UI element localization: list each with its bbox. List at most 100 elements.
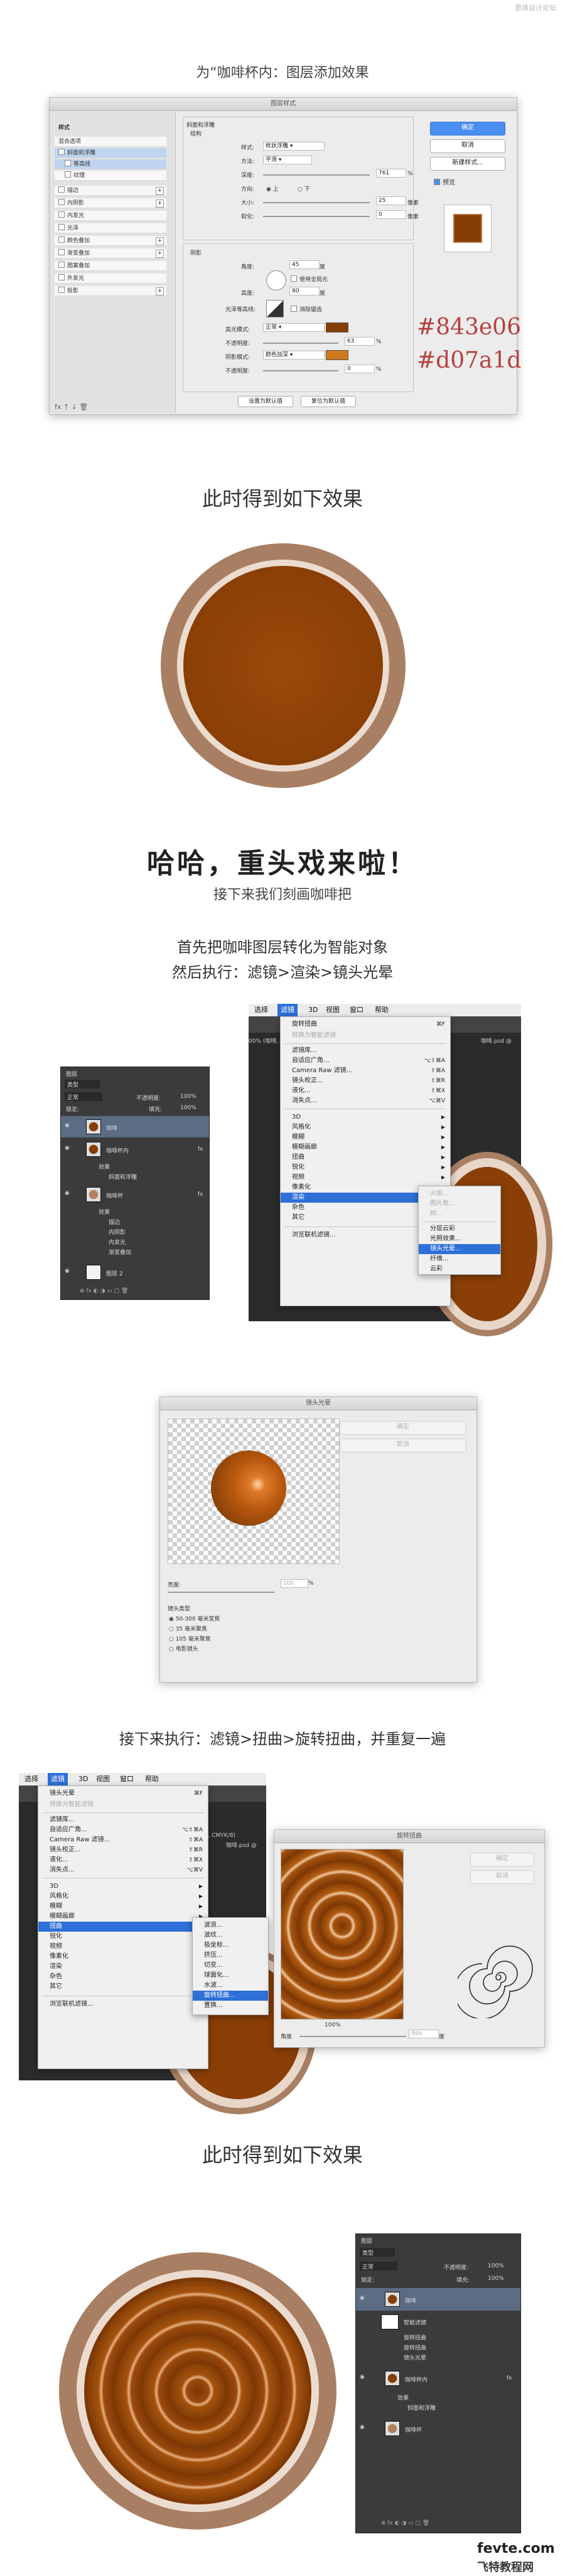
lens-flare-cancel-button[interactable]: 取消 <box>340 1439 466 1452</box>
reset-default-button[interactable]: 复位为默认值 <box>301 396 356 407</box>
menu-item-liquify[interactable]: 液化... ⇧⌘X <box>38 1855 208 1865</box>
visibility-eye-icon[interactable]: ◉ <box>65 1268 70 1274</box>
kind-select[interactable]: 类型 <box>65 1080 100 1088</box>
menu-item-camera-raw[interactable]: Camera Raw 滤镜... ⇧⌘A <box>38 1835 208 1845</box>
submenu-zigzag[interactable]: 水波... <box>193 1981 268 1991</box>
method-select[interactable]: 平滑 ▾ <box>263 156 312 164</box>
menu-item-liquify[interactable]: 液化... ⇧⌘X <box>281 1086 450 1096</box>
cancel-button[interactable]: 取消 <box>430 139 505 153</box>
menu-item-render[interactable]: 渲染▶ <box>38 1962 208 1972</box>
visibility-eye-icon[interactable]: ◉ <box>360 2295 365 2301</box>
doc-tab[interactable]: 咖啡.psd @ <box>226 1841 257 1849</box>
fx-icon[interactable]: fx ↑ ↓ 🗑 <box>55 403 88 411</box>
twirl-ok-button[interactable]: 确定 <box>470 1853 534 1866</box>
menu-window[interactable]: 窗口 <box>117 1773 137 1786</box>
submenu-lens-flare[interactable]: 镜头光晕... <box>419 1244 500 1254</box>
opacity2-slider[interactable] <box>263 370 338 371</box>
menu-item-sharpen[interactable]: 锐化▶ <box>281 1163 450 1173</box>
visibility-eye-icon[interactable]: ◉ <box>65 1122 70 1129</box>
style-gradient-overlay[interactable]: 渐变叠加 + <box>55 248 166 258</box>
shadow-color-swatch[interactable] <box>326 350 348 360</box>
altitude-field[interactable]: 80 <box>289 287 320 295</box>
menu-item-video[interactable]: 视频▶ <box>281 1173 450 1183</box>
menu-item-stylize[interactable]: 风格化 ▶ <box>281 1122 450 1132</box>
twirl-angle-field[interactable]: 999 <box>409 2030 439 2038</box>
menu-item-vanishing-point[interactable]: 消失点... ⌥⌘V <box>281 1096 450 1106</box>
submenu-difference-clouds[interactable]: 分层云彩 <box>419 1224 500 1234</box>
menu-item-stylize[interactable]: 风格化 ▶ <box>38 1892 208 1902</box>
opacity-value[interactable]: 100% <box>180 1094 196 1100</box>
menu-item-adaptive-wide[interactable]: 自适应广角... ⌥⇧⌘A <box>38 1825 208 1835</box>
visibility-eye-icon[interactable]: ◉ <box>65 1190 70 1196</box>
layer-row[interactable]: ◉ 咖啡杯内 fx <box>61 1139 209 1160</box>
menu-item-noise[interactable]: 杂色▶ <box>38 1972 208 1982</box>
lens-type-movie[interactable]: ○ 电影镜头 <box>169 1644 198 1653</box>
add-inner-shadow-icon[interactable]: + <box>156 200 164 208</box>
highlight-color-swatch[interactable] <box>326 322 348 333</box>
size-field[interactable]: 25 <box>376 196 406 205</box>
submenu-polar[interactable]: 极坐标... <box>193 1940 268 1951</box>
size-slider[interactable] <box>263 202 370 203</box>
effect-item[interactable]: 内发光 <box>109 1238 126 1246</box>
layer-row-selected[interactable]: ◉ 咖啡 <box>356 2288 520 2311</box>
kind-select[interactable]: 类型 <box>360 2248 395 2257</box>
opacity2-field[interactable]: 0 <box>345 365 375 373</box>
ok-button[interactable]: 确定 <box>430 122 505 136</box>
menu-item-pixelate[interactable]: 像素化▶ <box>38 1952 208 1962</box>
submenu-ripple[interactable]: 波纹... <box>193 1930 268 1940</box>
global-light-checkbox[interactable]: 使用全局光 <box>291 275 328 283</box>
effect-item[interactable]: 斜面和浮雕 <box>109 1173 137 1181</box>
opacity1-slider[interactable] <box>263 343 338 344</box>
menu-item-browse-online[interactable]: 浏览联机滤镜... <box>38 1999 208 2009</box>
submenu-picture-frame[interactable]: 图片框... <box>419 1199 500 1209</box>
layer-row[interactable]: ◉ 图层 2 <box>61 1262 209 1283</box>
style-color-overlay[interactable]: 颜色叠加 + <box>55 236 166 246</box>
style-outer-glow[interactable]: 外发光 <box>55 274 166 284</box>
style-drop-shadow[interactable]: 投影 + <box>55 286 166 296</box>
style-bevel[interactable]: 斜面和浮雕 <box>55 148 166 158</box>
style-satin[interactable]: 光泽 <box>55 223 166 233</box>
blend-select[interactable]: 正常 <box>65 1092 102 1101</box>
soften-slider[interactable] <box>263 216 370 217</box>
twirl-preview[interactable] <box>281 1849 404 2020</box>
menu-item-blur[interactable]: 模糊 ▶ <box>281 1132 450 1142</box>
angle-dial-icon[interactable] <box>266 270 286 290</box>
visibility-eye-icon[interactable]: ◉ <box>360 2424 365 2430</box>
menu-item-filter-gallery[interactable]: 滤镜库... <box>281 1046 450 1056</box>
menu-item-lens-correction[interactable]: 镜头校正... ⇧⌘R <box>281 1076 450 1086</box>
fill-value[interactable]: 100% <box>180 1105 196 1111</box>
menu-item-blur-gallery[interactable]: 模糊画廊 ▶ <box>38 1912 208 1922</box>
menu-item-sharpen[interactable]: 锐化▶ <box>38 1932 208 1942</box>
preview-checkbox[interactable]: 预览 <box>434 177 455 186</box>
menu-3d[interactable]: 3D <box>75 1773 91 1786</box>
menu-filter[interactable]: 滤镜 <box>277 1004 298 1016</box>
direction-down[interactable]: ○ 下 <box>298 184 310 193</box>
layer-toolbar-icons[interactable]: ⊗ fx ◐ ◑ ▭ ▢ 🗑 <box>381 2520 429 2526</box>
set-default-button[interactable]: 设置为默认值 <box>238 396 293 407</box>
menu-3d[interactable]: 3D <box>305 1004 321 1016</box>
add-drop-shadow-icon[interactable]: + <box>156 287 164 295</box>
style-pattern-overlay[interactable]: 图案叠加 <box>55 261 166 271</box>
menu-filter[interactable]: 滤镜 <box>48 1773 68 1786</box>
soften-field[interactable]: 0 <box>376 210 406 219</box>
add-stroke-icon[interactable]: + <box>156 187 164 195</box>
anti-alias-checkbox[interactable]: 消除锯齿 <box>291 305 322 313</box>
twirl-angle-slider[interactable] <box>299 2036 406 2037</box>
menu-item-3d[interactable]: 3D ▶ <box>281 1112 450 1122</box>
menu-window[interactable]: 窗口 <box>347 1004 367 1016</box>
menu-view[interactable]: 视图 <box>323 1004 343 1016</box>
submenu-twirl[interactable]: 旋转扭曲... <box>193 1991 268 2001</box>
highlight-mode-select[interactable]: 正常 ▾ <box>263 323 325 332</box>
lens-type-105[interactable]: ○ 105 毫米聚焦 <box>169 1634 211 1642</box>
style-blend-options[interactable]: 混合选项 <box>55 137 166 147</box>
submenu-wave[interactable]: 波浪... <box>193 1920 268 1930</box>
depth-field[interactable]: 761 <box>376 169 406 178</box>
brightness-field[interactable]: 100 <box>281 1579 308 1588</box>
filter-item-lens-flare[interactable]: 镜头光晕 <box>404 2353 426 2361</box>
menu-item-convert-smart[interactable]: 转换为智能滤镜 <box>38 1800 208 1810</box>
submenu-spherize[interactable]: 球面化... <box>193 1971 268 1981</box>
menu-item-twirl[interactable]: 旋转扭曲 ⌘F <box>281 1019 450 1030</box>
filter-item-twirl-1[interactable]: 旋转扭曲 <box>404 2333 426 2341</box>
shadow-mode-select[interactable]: 颜色加深 ▾ <box>263 351 325 359</box>
layer-row[interactable]: ◉ 咖啡杯 <box>356 2417 520 2440</box>
